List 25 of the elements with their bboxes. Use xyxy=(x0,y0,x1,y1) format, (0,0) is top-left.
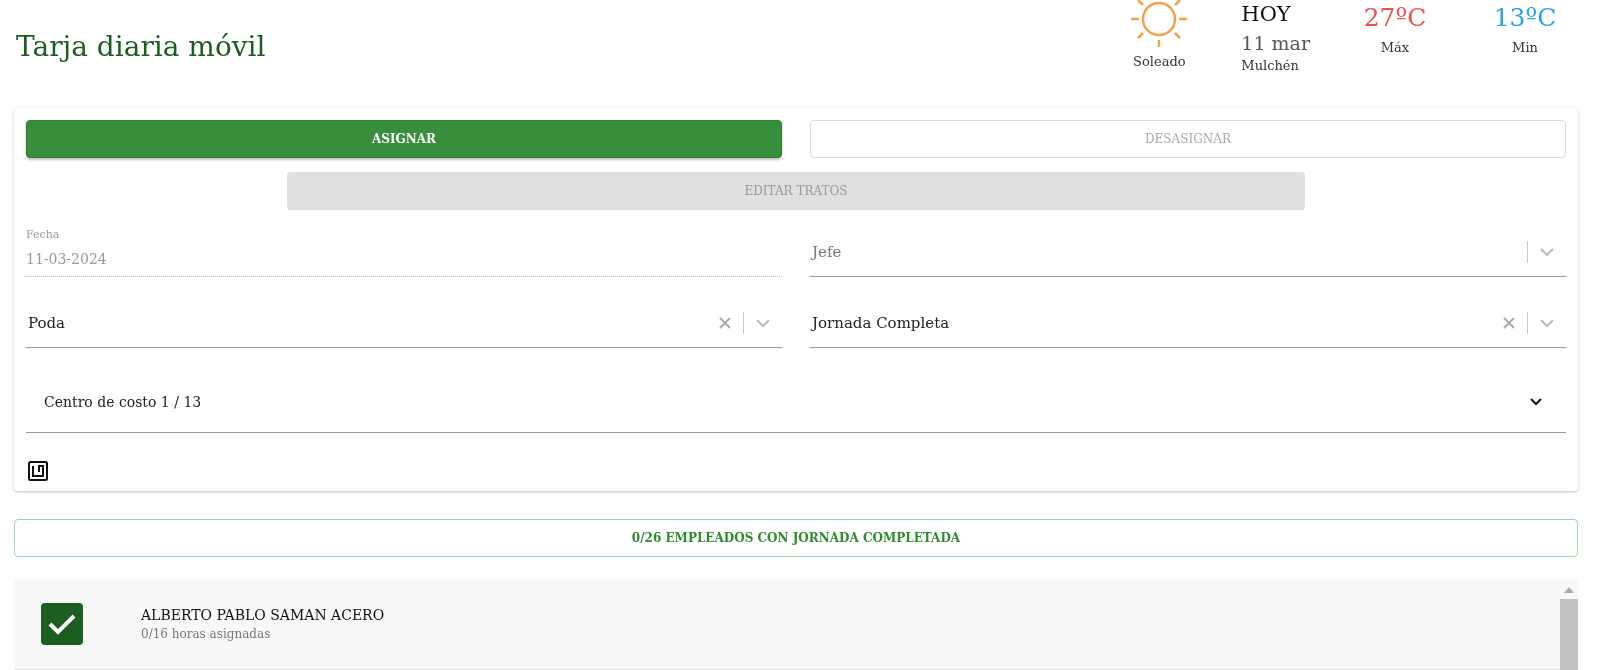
sun-icon xyxy=(1129,0,1190,50)
max-temperature: 27ºC xyxy=(1363,2,1427,34)
cost-center-dropdown[interactable]: Centro de costo 1 / 13 xyxy=(26,372,1566,433)
clear-icon[interactable] xyxy=(719,317,731,329)
check-icon xyxy=(47,612,77,636)
chevron-down-icon[interactable] xyxy=(1530,398,1542,406)
max-label: Máx xyxy=(1380,40,1410,55)
page-title: Tarja diaria móvil xyxy=(16,30,266,65)
location-label: Mulchén xyxy=(1241,58,1299,73)
select-field[interactable]: Jornada Completa xyxy=(810,299,1566,348)
day-label: HOY xyxy=(1241,1,1291,28)
clear-icon[interactable] xyxy=(1503,317,1515,329)
completed-summary: 0/26 EMPLEADOS CON JORNADA COMPLETADA xyxy=(14,519,1578,557)
assigned-hours: 0/16 horas asignadas xyxy=(141,627,272,641)
select-field[interactable]: Jefe xyxy=(810,228,1566,277)
checkbox[interactable] xyxy=(41,603,83,645)
scroll-up-icon[interactable] xyxy=(1564,587,1574,593)
assign-button[interactable]: ASIGNAR xyxy=(26,120,782,158)
min-label: Min xyxy=(1512,40,1538,55)
nfc-icon[interactable] xyxy=(28,461,48,481)
select-field[interactable]: Poda xyxy=(26,299,782,348)
weather-condition: Soleado xyxy=(1133,54,1186,69)
date-label: 11 mar xyxy=(1241,32,1310,54)
min-temperature: 13ºC xyxy=(1493,2,1557,34)
employee-name: ALBERTO PABLO SAMAN ACERO xyxy=(141,607,385,623)
